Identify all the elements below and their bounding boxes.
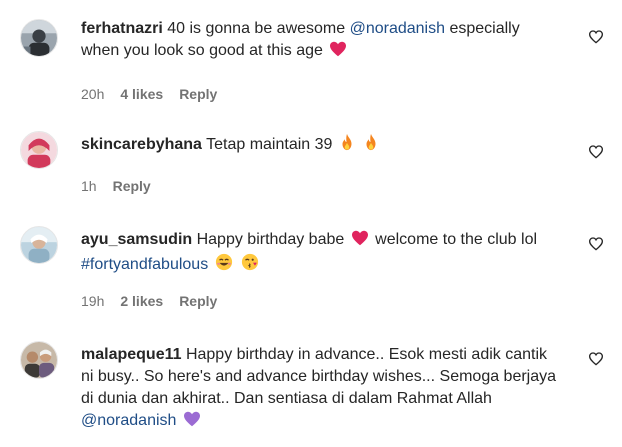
- comment-text: malapeque11 Happy birthday in advance.. …: [81, 344, 557, 434]
- comment-text: ferhatnazri 40 is gonna be awesome @nora…: [81, 18, 557, 64]
- like-heart-icon[interactable]: [588, 236, 604, 252]
- like-heart-icon[interactable]: [588, 29, 604, 45]
- comment-time[interactable]: 19h: [81, 293, 104, 309]
- mention-link[interactable]: @noradanish: [350, 20, 445, 37]
- comment-likes[interactable]: 2 likes: [120, 293, 163, 309]
- red-heart-icon: [329, 41, 347, 64]
- comment-text: ayu_samsudin Happy birthday babe welcome…: [81, 229, 557, 278]
- comment-likes[interactable]: 4 likes: [120, 86, 163, 102]
- fire-icon: [339, 133, 355, 158]
- comment-username[interactable]: ferhatnazri: [81, 20, 163, 37]
- red-heart-icon: [351, 230, 369, 253]
- grinning-sweat-face-icon: [215, 253, 233, 278]
- reply-button[interactable]: Reply: [179, 86, 217, 102]
- comment-text: skincarebyhana Tetap maintain 39: [81, 133, 557, 158]
- comment-username[interactable]: malapeque11: [81, 346, 182, 363]
- like-heart-icon[interactable]: [588, 144, 604, 160]
- comment-meta: 19h 2 likes Reply: [81, 293, 217, 309]
- comment-time[interactable]: 20h: [81, 86, 104, 102]
- kissing-face-icon: [241, 253, 259, 278]
- comment-username[interactable]: ayu_samsudin: [81, 231, 192, 248]
- avatar[interactable]: [20, 19, 58, 57]
- comment-text-part: Happy birthday babe: [192, 231, 345, 248]
- avatar[interactable]: [20, 131, 58, 169]
- like-heart-icon[interactable]: [588, 351, 604, 367]
- mention-link[interactable]: @noradanish: [81, 412, 176, 429]
- purple-heart-icon: [183, 411, 201, 434]
- comment-text-part: welcome to the club lol: [370, 231, 538, 248]
- comment-time[interactable]: 1h: [81, 178, 97, 194]
- hashtag-link[interactable]: #fortyandfabulous: [81, 256, 208, 273]
- reply-button[interactable]: Reply: [179, 293, 217, 309]
- fire-icon: [363, 133, 379, 158]
- avatar[interactable]: [20, 341, 58, 379]
- comment-meta: 1h Reply: [81, 178, 151, 194]
- comment-meta: 20h 4 likes Reply: [81, 86, 217, 102]
- comment-text-part: 40 is gonna be awesome: [162, 20, 350, 37]
- reply-button[interactable]: Reply: [113, 178, 151, 194]
- avatar[interactable]: [20, 226, 58, 264]
- comment-text-part: Tetap maintain 39: [201, 136, 333, 153]
- comment-username[interactable]: skincarebyhana: [81, 136, 202, 153]
